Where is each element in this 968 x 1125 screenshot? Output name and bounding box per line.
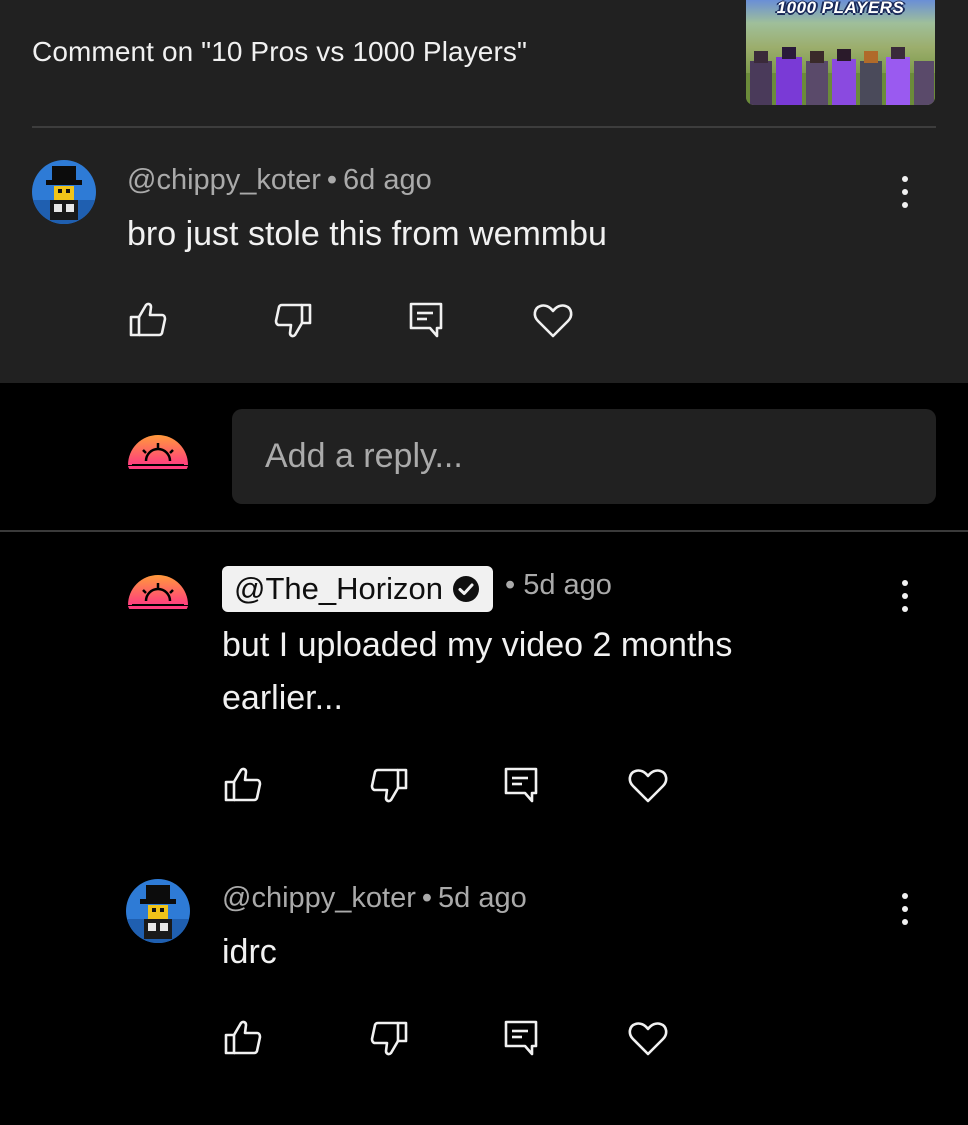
dislike-icon bbox=[370, 768, 408, 803]
avatar[interactable] bbox=[32, 160, 96, 224]
meta-separator: • bbox=[326, 164, 338, 196]
reply-author[interactable]: @chippy_koter bbox=[222, 882, 416, 914]
heart-icon bbox=[533, 304, 573, 338]
horizon-avatar-icon bbox=[126, 435, 190, 469]
video-thumbnail[interactable]: 1000 PLAYERS bbox=[746, 0, 935, 105]
page-title: Comment on "10 Pros vs 1000 Players" bbox=[32, 36, 528, 67]
reply-author: @The_Horizon bbox=[234, 571, 443, 606]
thumbnail-figures-icon bbox=[746, 47, 935, 105]
reply-text: idrc bbox=[222, 933, 277, 971]
reply-icon bbox=[409, 302, 443, 338]
like-button[interactable] bbox=[221, 763, 265, 807]
heart-button[interactable] bbox=[626, 763, 670, 807]
reply-button[interactable] bbox=[499, 763, 543, 807]
heart-button[interactable] bbox=[531, 298, 575, 342]
like-icon bbox=[224, 767, 262, 802]
reply-input[interactable]: Add a reply... bbox=[232, 409, 936, 504]
reply-meta: • 5d ago bbox=[505, 569, 612, 602]
comment-author[interactable]: @chippy_koter bbox=[127, 164, 321, 196]
reply-text-line: earlier... bbox=[222, 679, 343, 717]
reply-placeholder: Add a reply... bbox=[265, 437, 463, 475]
like-button[interactable] bbox=[221, 1016, 265, 1060]
reply-button[interactable] bbox=[499, 1016, 543, 1060]
reply-text: but I uploaded my video 2 months earlier… bbox=[222, 619, 732, 725]
reply-text-line: but I uploaded my video 2 months bbox=[222, 626, 733, 664]
reply-time: 5d ago bbox=[523, 569, 612, 601]
heart-button[interactable] bbox=[626, 1016, 670, 1060]
header-divider bbox=[32, 126, 936, 128]
more-options-button[interactable] bbox=[890, 574, 920, 618]
verified-check-icon bbox=[452, 576, 479, 602]
chippy-avatar-icon bbox=[32, 160, 96, 224]
meta-separator: • bbox=[505, 569, 524, 601]
reply-time: 5d ago bbox=[438, 882, 527, 914]
horizon-avatar-icon bbox=[126, 575, 190, 609]
reply-divider bbox=[0, 530, 968, 532]
reply-icon bbox=[504, 1020, 538, 1056]
like-icon bbox=[129, 302, 167, 337]
dislike-icon bbox=[370, 1021, 408, 1056]
chippy-avatar-icon bbox=[126, 879, 190, 943]
reply-meta: @chippy_koter • 5d ago bbox=[222, 882, 527, 915]
channel-owner-badge[interactable]: @The_Horizon bbox=[222, 566, 493, 612]
avatar[interactable] bbox=[126, 563, 190, 627]
user-avatar bbox=[126, 423, 190, 487]
reply-button[interactable] bbox=[404, 298, 448, 342]
meta-separator: • bbox=[421, 882, 433, 914]
dislike-button[interactable] bbox=[367, 763, 411, 807]
dislike-button[interactable] bbox=[367, 1016, 411, 1060]
comment-time: 6d ago bbox=[343, 164, 432, 196]
comment-text: bro just stole this from wemmbu bbox=[127, 215, 607, 253]
like-button[interactable] bbox=[126, 298, 170, 342]
like-icon bbox=[224, 1020, 262, 1055]
more-options-button[interactable] bbox=[890, 887, 920, 931]
thumbnail-text: 1000 PLAYERS bbox=[776, 0, 905, 17]
avatar[interactable] bbox=[126, 879, 190, 943]
heart-icon bbox=[628, 1022, 668, 1056]
dislike-icon bbox=[274, 303, 312, 338]
reply-icon bbox=[504, 767, 538, 803]
dislike-button[interactable] bbox=[271, 298, 315, 342]
more-options-button[interactable] bbox=[890, 170, 920, 214]
comment-meta: @chippy_koter • 6d ago bbox=[127, 164, 432, 197]
heart-icon bbox=[628, 769, 668, 803]
